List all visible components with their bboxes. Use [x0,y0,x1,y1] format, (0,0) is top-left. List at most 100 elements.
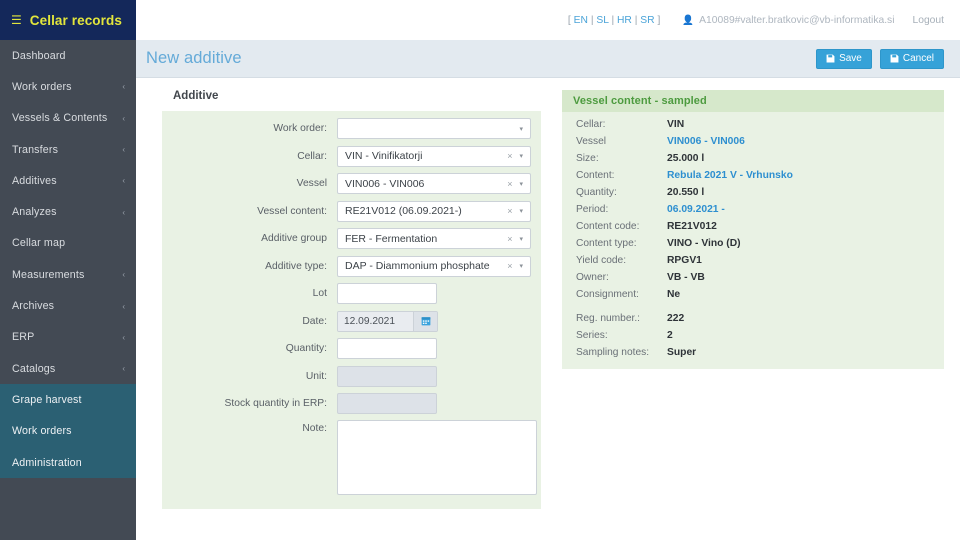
user-info[interactable]: 👤 A10089#valter.bratkovic@vb-informatika… [682,15,894,26]
logout-link[interactable]: Logout [913,15,945,26]
sidebar-item-label: Cellar map [12,237,66,250]
sidebar-item-grape-harvest[interactable]: Grape harvest [0,384,136,415]
cancel-button[interactable]: Cancel [879,48,944,69]
sidebar-item-label: Catalogs [12,362,56,375]
calendar-icon[interactable] [413,311,437,331]
additive-form-panel: Additive Work order: ▾ Cellar: VIN - Vinifi… [162,90,541,509]
select-additive-type[interactable]: DAP - Diammonium phosphate × ▾ [337,255,531,277]
info-row: Consignment: Ne [562,286,944,303]
lang-close-bracket: ] [654,14,661,26]
chevron-left-icon: ‹ [122,113,125,123]
lang-link-en[interactable]: EN [574,15,588,26]
sidebar-item-label: Measurements [12,268,85,281]
chevron-left-icon: ‹ [122,176,125,186]
info-value[interactable]: Rebula 2021 V - Vrhunsko [667,170,793,181]
info-value[interactable]: 06.09.2021 - [667,204,725,215]
info-row: Owner: VB - VB [562,269,944,286]
lang-link-hr[interactable]: HR [617,15,632,26]
form-row: Additive group FER - Fermentation × ▾ [162,227,541,251]
textarea-note[interactable] [337,419,537,495]
select-additive-group[interactable]: FER - Fermentation × ▾ [337,228,531,250]
input-quantity[interactable] [337,338,437,360]
form-row: Stock quantity in ERP: [162,392,541,416]
lang-link-sr[interactable]: SR [640,15,654,26]
content-area: Additive Work order: ▾ Cellar: VIN - Vinifi… [136,78,960,540]
select-vessel[interactable]: VIN006 - VIN006 × ▾ [337,173,531,195]
main-area: [ EN | SL | HR | SR ] 👤 A10089#valter.br… [136,0,960,540]
language-switcher: [ EN | SL | HR | SR ] [568,15,660,26]
info-value: RE21V012 [667,221,717,232]
info-value: 25.000 l [667,153,705,164]
form-label: Vessel content: [257,205,327,217]
save-button[interactable]: Save [816,48,872,69]
sidebar-item-catalogs[interactable]: Catalogs ‹ [0,353,136,384]
info-row-spacer [562,303,944,310]
clear-icon[interactable]: × [507,151,519,161]
sidebar-item-work-orders[interactable]: Work orders [0,416,136,447]
select-cellar[interactable]: VIN - Vinifikatorji × ▾ [337,145,531,167]
form-label: Lot [312,288,327,300]
sidebar-item-measurements[interactable]: Measurements ‹ [0,259,136,290]
form-row: Quantity: [162,337,541,361]
info-value: VINO - Vino (D) [667,238,741,249]
clear-icon[interactable]: × [507,234,519,244]
form-control-wrap: RE21V012 (06.09.2021-) × ▾ [337,200,531,222]
sidebar-item-additives[interactable]: Additives ‹ [0,165,136,196]
sidebar-item-erp[interactable]: ERP ‹ [0,322,136,353]
chevron-down-icon[interactable]: ▾ [519,262,530,270]
sidebar-item-work-orders[interactable]: Work orders ‹ [0,71,136,102]
sidebar-item-administration[interactable]: Administration [0,447,136,478]
chevron-left-icon: ‹ [122,301,125,311]
info-row: Period: 06.09.2021 - [562,201,944,218]
app-root: ☰ Cellar records Dashboard Work orders ‹ Ve… [0,0,960,540]
sidebar-item-transfers[interactable]: Transfers ‹ [0,134,136,165]
info-label: Content code: [576,221,640,232]
form-label: Quantity: [285,343,327,355]
top-header: [ EN | SL | HR | SR ] 👤 A10089#valter.br… [136,0,960,40]
form-control-wrap [337,338,437,360]
sidebar-item-dashboard[interactable]: Dashboard [0,40,136,71]
info-value[interactable]: VIN006 - VIN006 [667,136,745,147]
lang-sep-2: | [608,14,617,26]
chevron-down-icon[interactable]: ▾ [519,152,530,160]
input-lot[interactable] [337,283,437,305]
sidebar-filler [0,478,136,540]
hamburger-icon[interactable]: ☰ [11,14,22,26]
form-row: Cellar: VIN - Vinifikatorji × ▾ [162,145,541,169]
select-work-order[interactable]: ▾ [337,118,531,140]
info-row: Content: Rebula 2021 V - Vrhunsko [562,167,944,184]
sidebar-item-label: Grape harvest [12,393,82,406]
user-email: A10089#valter.bratkovic@vb-informatika.s… [699,14,895,26]
page-title: New additive [146,49,242,67]
sidebar: ☰ Cellar records Dashboard Work orders ‹ Ve… [0,0,136,540]
sidebar-item-vessels-contents[interactable]: Vessels & Contents ‹ [0,103,136,134]
chevron-down-icon[interactable]: ▾ [519,125,530,133]
chevron-left-icon: ‹ [122,82,125,92]
info-label: Vessel [576,136,607,147]
input-date[interactable]: 12.09.2021 [338,311,413,331]
sidebar-item-analyzes[interactable]: Analyzes ‹ [0,196,136,227]
sidebar-item-label: Dashboard [12,49,66,62]
cancel-save-icon [890,54,899,63]
sidebar-item-archives[interactable]: Archives ‹ [0,290,136,321]
lang-link-sl[interactable]: SL [596,15,608,26]
clear-icon[interactable]: × [507,261,519,271]
form-label: Cellar: [297,150,327,162]
form-control-wrap: 12.09.2021 [337,310,438,332]
chevron-down-icon[interactable]: ▾ [519,180,530,188]
form-label: Work order: [273,123,327,135]
sidebar-item-cellar-map[interactable]: Cellar map [0,228,136,259]
date-field-wrap: 12.09.2021 [337,310,438,332]
form-row: Additive type: DAP - Diammonium phosphate… [162,255,541,279]
info-label: Yield code: [576,255,627,266]
clear-icon[interactable]: × [507,206,519,216]
select-vessel-content[interactable]: RE21V012 (06.09.2021-) × ▾ [337,200,531,222]
sidebar-item-label: Analyzes [12,206,57,219]
save-button-label: Save [839,53,862,64]
page-header-bar: New additive Save Cancel [136,40,960,78]
clear-icon[interactable]: × [507,179,519,189]
info-value: 2 [667,330,673,341]
brand-header[interactable]: ☰ Cellar records [0,0,136,40]
chevron-down-icon[interactable]: ▾ [519,235,530,243]
chevron-down-icon[interactable]: ▾ [519,207,530,215]
